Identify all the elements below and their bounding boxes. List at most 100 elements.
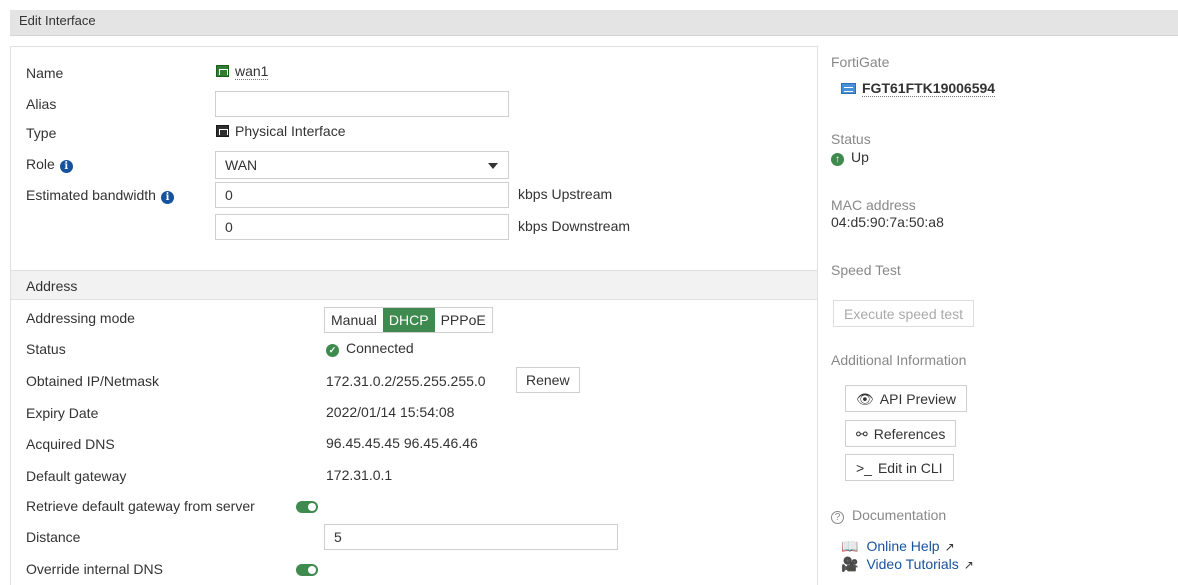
gateway-row: Default gateway 172.31.0.1 — [11, 462, 817, 490]
alias-input[interactable] — [215, 91, 509, 117]
bandwidth-downstream-row: kbps Downstream — [11, 213, 817, 241]
mode-pppoe-button[interactable]: PPPoE — [435, 308, 492, 332]
fortigate-device-icon — [841, 83, 856, 94]
external-link-icon: ↗ — [963, 558, 974, 572]
gateway-label: Default gateway — [26, 468, 127, 484]
role-selected-value: WAN — [225, 157, 258, 173]
upstream-unit: kbps Upstream — [518, 186, 613, 202]
renew-button[interactable]: Renew — [516, 367, 580, 393]
check-circle-icon: ✓ — [326, 344, 339, 357]
interface-name: wan1 — [235, 63, 269, 80]
online-help-label: Online Help — [866, 538, 940, 554]
status-indicator: ↑ Up — [831, 149, 869, 166]
video-tutorials-label: Video Tutorials — [866, 556, 959, 572]
override-dns-toggle[interactable] — [296, 564, 318, 576]
dns-label: Acquired DNS — [26, 436, 115, 452]
retrieve-gateway-row: Retrieve default gateway from server — [11, 492, 817, 520]
bandwidth-label-wrap: Estimated bandwidth i — [26, 187, 174, 204]
address-section-header: Address — [11, 270, 817, 300]
override-dns-row: Override internal DNS — [11, 555, 817, 583]
gateway-value: 172.31.0.1 — [326, 467, 393, 483]
info-icon[interactable]: i — [160, 191, 174, 204]
chevron-down-icon — [488, 163, 498, 169]
edit-in-cli-label: Edit in CLI — [877, 460, 943, 476]
alias-row: Alias — [11, 90, 817, 118]
dialog-title: Edit Interface — [19, 13, 96, 28]
terminal-icon: >_ — [856, 460, 872, 476]
status-value: ✓ Connected — [326, 340, 414, 357]
obtained-ip-value: 172.31.0.2/255.255.255.0 — [326, 373, 486, 389]
bandwidth-label: Estimated bandwidth — [26, 187, 156, 203]
info-sidebar: FortiGate FGT61FTK19006594 Status ↑ Up MA… — [831, 0, 1178, 585]
role-label: Role — [26, 156, 55, 172]
obtained-ip-label: Obtained IP/Netmask — [26, 373, 160, 389]
status-row: Status ✓ Connected — [11, 335, 817, 363]
role-select[interactable]: WAN — [215, 151, 509, 179]
physical-interface-icon — [216, 125, 229, 137]
device-name[interactable]: FGT61FTK19006594 — [841, 80, 996, 97]
alias-label: Alias — [26, 96, 57, 112]
distance-label: Distance — [26, 529, 81, 545]
dns-row: Acquired DNS 96.45.45.45 96.45.46.46 — [11, 430, 817, 458]
type-value: Physical Interface — [216, 123, 346, 139]
bandwidth-upstream-row: Estimated bandwidth i kbps Upstream — [11, 181, 817, 209]
status-text: Connected — [346, 340, 414, 356]
mac-heading: MAC address — [831, 197, 916, 213]
speed-test-heading: Speed Test — [831, 262, 901, 278]
expiry-row: Expiry Date 2022/01/14 15:54:08 — [11, 399, 817, 427]
name-row: Name wan1 — [11, 59, 817, 87]
documentation-heading: Documentation — [852, 507, 947, 523]
references-label: References — [873, 426, 946, 442]
status-label: Status — [26, 341, 66, 357]
additional-info-heading: Additional Information — [831, 352, 967, 368]
external-link-icon: ↗ — [944, 540, 955, 554]
retrieve-gateway-toggle[interactable] — [296, 501, 318, 513]
mac-value: 04:d5:90:7a:50:a8 — [831, 214, 944, 230]
api-preview-label: API Preview — [879, 391, 957, 407]
override-dns-label: Override internal DNS — [26, 561, 163, 577]
api-preview-button[interactable]: 👁 API Preview — [845, 385, 968, 412]
expiry-label: Expiry Date — [26, 405, 99, 421]
documentation-heading-wrap: ? Documentation — [831, 507, 946, 524]
address-section-title: Address — [26, 278, 78, 294]
device-name-text: FGT61FTK19006594 — [862, 80, 996, 97]
name-label: Name — [26, 65, 64, 81]
interface-form: Name wan1 Alias Type Physical Interface … — [10, 46, 818, 585]
edit-in-cli-button[interactable]: >_ Edit in CLI — [845, 454, 954, 481]
type-row: Type Physical Interface — [11, 119, 817, 147]
video-icon: 🎥 — [841, 556, 859, 572]
fortigate-heading: FortiGate — [831, 54, 890, 70]
retrieve-gateway-label: Retrieve default gateway from server — [26, 498, 255, 514]
video-tutorials-link[interactable]: 🎥 Video Tutorials ↗ — [841, 556, 974, 573]
downstream-input[interactable] — [215, 214, 509, 240]
downstream-unit: kbps Downstream — [518, 218, 631, 234]
name-value: wan1 — [216, 63, 269, 80]
mode-manual-button[interactable]: Manual — [325, 308, 383, 332]
type-label: Type — [26, 125, 57, 141]
role-row: Role i WAN — [11, 150, 817, 179]
link-icon: ⚯ — [856, 426, 868, 442]
distance-input[interactable] — [324, 524, 618, 550]
book-icon: 📖 — [841, 538, 859, 554]
online-help-link[interactable]: 📖 Online Help ↗ — [841, 538, 955, 555]
interface-port-icon — [216, 65, 229, 77]
mode-dhcp-button[interactable]: DHCP — [382, 308, 435, 332]
type-text: Physical Interface — [235, 123, 346, 139]
expiry-value: 2022/01/14 15:54:08 — [326, 404, 455, 420]
eye-icon: 👁 — [856, 391, 874, 407]
execute-speed-test-button[interactable]: Execute speed test — [833, 300, 975, 327]
upstream-input[interactable] — [215, 182, 509, 208]
distance-row: Distance — [11, 523, 817, 551]
obtained-ip-row: Obtained IP/Netmask 172.31.0.2/255.255.2… — [11, 367, 817, 395]
addressing-mode-row: Addressing mode Manual DHCP PPPoE — [11, 304, 817, 333]
arrow-up-icon: ↑ — [831, 153, 844, 166]
status-up-text: Up — [851, 149, 869, 165]
info-icon[interactable]: i — [59, 160, 73, 173]
role-label-wrap: Role i — [26, 156, 73, 173]
references-button[interactable]: ⚯ References — [845, 420, 957, 447]
question-circle-icon: ? — [831, 511, 844, 524]
addressing-mode-label: Addressing mode — [26, 310, 135, 326]
addressing-mode-toggle: Manual DHCP PPPoE — [324, 307, 493, 333]
status-heading: Status — [831, 131, 871, 147]
dns-value: 96.45.45.45 96.45.46.46 — [326, 435, 478, 451]
